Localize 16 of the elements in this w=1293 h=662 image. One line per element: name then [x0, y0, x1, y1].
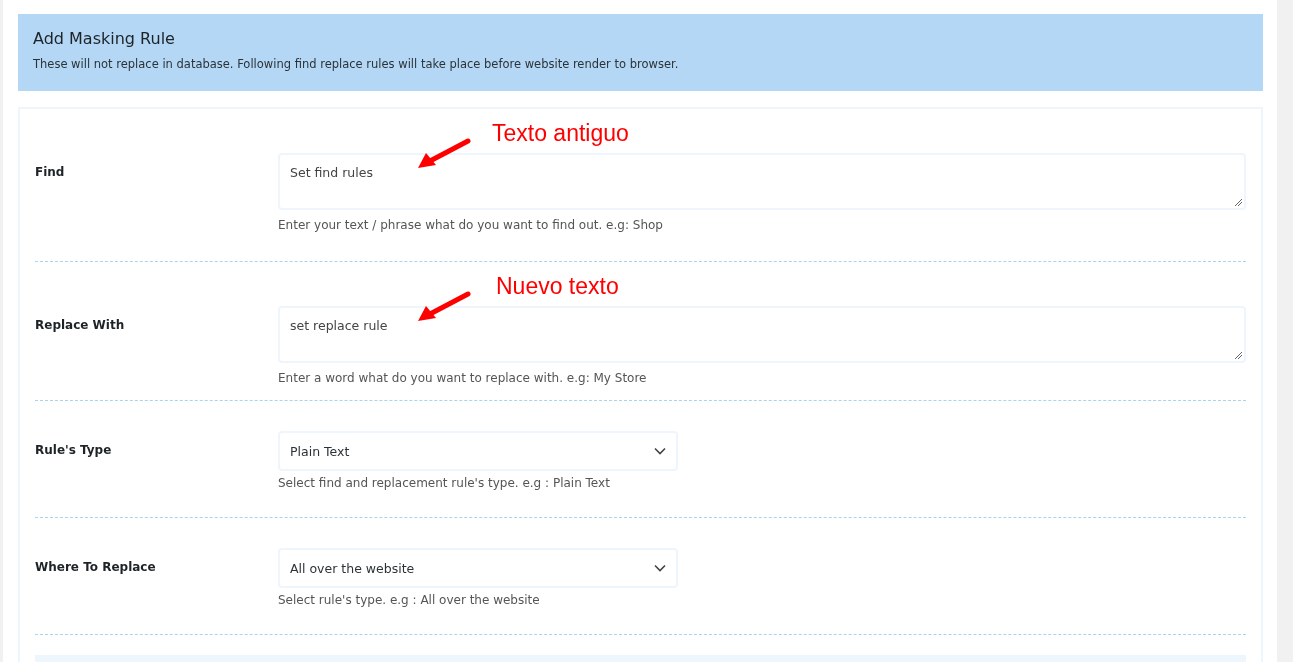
page-title: Add Masking Rule: [33, 29, 176, 49]
field-hint: Enter your text / phrase what do you want to find out. e.g: Shop: [278, 218, 664, 232]
field-hint: Select find and replacement rule's type. e.g : Plain Text: [278, 476, 611, 490]
text-area[interactable]: Set find rules: [278, 153, 1246, 210]
field-hint: Enter a word what do you want to replace with. e.g: My Store: [278, 371, 648, 385]
page-description: These will not replace in database. Following find replace rules will take place before website render to browser.: [33, 57, 680, 71]
field-label: Rule's Type: [35, 442, 113, 459]
field-label: Replace With: [35, 317, 126, 334]
annotation-text: Nuevo texto: [496, 273, 619, 300]
field-hint: Select rule's type. e.g : All over the website: [278, 593, 541, 607]
select-dropdown[interactable]: All over the website: [278, 548, 678, 588]
field-label: Find: [35, 164, 66, 181]
field-label: Where To Replace: [35, 559, 157, 576]
select-dropdown[interactable]: Plain Text: [278, 431, 678, 471]
annotation-text: Texto antiguo: [492, 120, 629, 147]
text-area[interactable]: set replace rule: [278, 306, 1246, 363]
